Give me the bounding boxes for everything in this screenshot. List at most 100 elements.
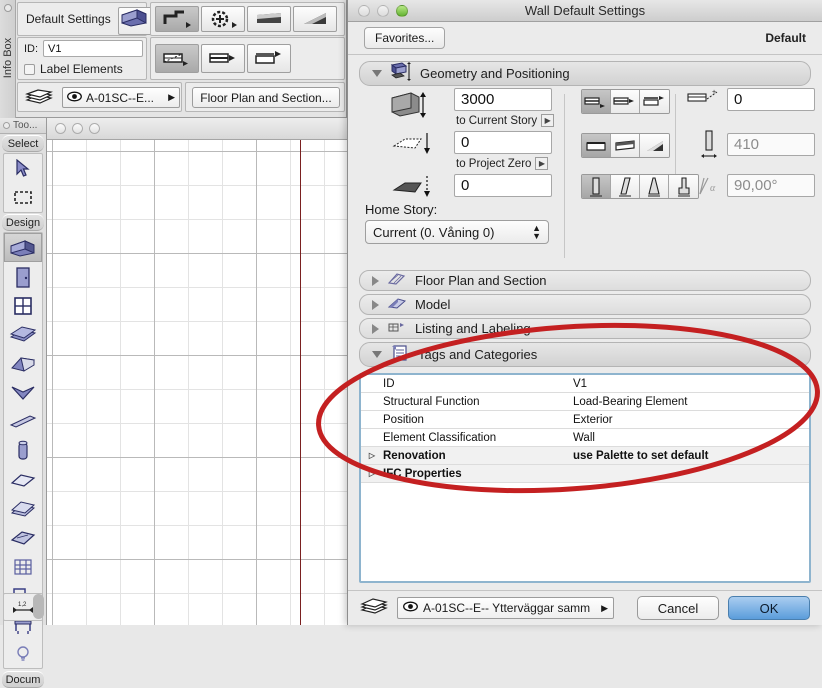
lamp-tool-icon[interactable] [4,639,42,668]
shell-tool-icon[interactable] [4,378,42,407]
property-value[interactable]: Load-Bearing Element [573,396,809,408]
mesh-tool-icon[interactable] [4,465,42,494]
info-box-vertical-label: Info Box [0,0,16,118]
structure-type-segment[interactable] [581,133,670,158]
section-geometry-and-positioning[interactable]: Geometry and Positioning [359,61,811,86]
straight-wall-icon[interactable] [155,6,199,32]
table-row[interactable]: ▷ IFC Properties [361,465,809,483]
toolbox-section-design[interactable]: Design [2,214,44,231]
canvas-zoom-icon[interactable] [89,123,100,134]
reference-line-segment[interactable] [581,89,670,114]
toolbox-section-document[interactable]: Docum [2,671,44,688]
chevron-down-icon[interactable] [372,351,382,358]
wall-offset-input[interactable] [727,88,815,111]
cancel-button[interactable]: Cancel [637,596,719,620]
section-model[interactable]: Model [359,294,811,315]
property-key: Structural Function [383,395,480,408]
toolbox-section-select[interactable]: Select [2,135,44,152]
column-tool-icon[interactable] [4,436,42,465]
project-zero-input[interactable] [454,174,552,197]
ok-button[interactable]: OK [728,596,810,620]
structure-basic-icon[interactable] [582,134,611,157]
chevron-right-icon[interactable] [372,299,379,310]
label-elements-checkbox[interactable] [24,63,35,75]
panel-grip-icon[interactable] [4,4,12,12]
section-label-floor-plan: Floor Plan and Section [415,273,547,288]
chevron-right-icon[interactable] [372,323,379,334]
canvas-minimize-icon[interactable] [72,123,83,134]
layer-selector[interactable]: A-01SC--E... ▶ [62,87,180,108]
table-row[interactable]: Position Exterior [361,411,809,429]
stair-tool-icon[interactable] [4,494,42,523]
section-listing-and-labeling[interactable]: Listing and Labeling [359,318,811,339]
toolbox-header[interactable]: Too... [0,118,46,134]
ref-left-icon[interactable] [582,90,611,113]
dialog-footer: A-01SC--E-- Ytterväggar samm ▶ Cancel OK [348,590,822,625]
profile-double-slanted-icon[interactable] [640,175,669,198]
wall-angle-input[interactable] [727,174,815,197]
chevron-down-icon[interactable] [372,70,382,77]
curtainwall-tool-icon[interactable] [4,552,42,581]
canvas-close-icon[interactable] [55,123,66,134]
row-expander[interactable]: ▷ [361,451,383,460]
base-reference-popup-icon[interactable]: ▶ [535,157,549,170]
base-reference-row[interactable]: to Project Zero ▶ [456,157,549,170]
door-tool-icon[interactable] [4,262,42,291]
property-value[interactable]: Exterior [573,414,809,426]
geometry-header-label: Geometry and Positioning [420,66,570,81]
row-expander[interactable]: ▷ [361,469,383,478]
ref-center-icon[interactable] [611,90,640,113]
property-value[interactable]: use Palette to set default [573,450,809,462]
structure-composite-icon[interactable] [611,134,640,157]
section-label-tags: Tags and Categories [418,347,538,362]
base-elevation-input[interactable] [454,131,552,154]
height-reference-popup-icon[interactable]: ▶ [541,114,555,127]
wall-thickness-input[interactable] [727,133,815,156]
trapezoid-wall-icon[interactable] [247,6,291,32]
height-reference-row[interactable]: to Current Story ▶ [456,114,555,127]
footer-layer-selector[interactable]: A-01SC--E-- Ytterväggar samm ▶ [397,597,614,619]
table-row[interactable]: ▷ Renovation use Palette to set default [361,447,809,465]
wall-height-input[interactable] [454,88,552,111]
model-icon [387,296,407,313]
toolbox-scrollbar-thumb[interactable] [33,594,44,619]
wall-profile-segment[interactable] [581,174,699,199]
morph-tool-icon[interactable] [4,523,42,552]
toolbox-collapse-icon[interactable] [3,122,10,129]
stepper-icon[interactable]: ▲ ▼ [532,224,541,241]
table-row[interactable]: Structural Function Load-Bearing Element [361,393,809,411]
wall-tool-icon[interactable] [4,233,42,262]
floor-plan-and-section-button[interactable]: Floor Plan and Section... [192,87,340,108]
tags-properties-table[interactable]: ID V1 Structural Function Load-Bearing E… [359,373,811,583]
ref-right-icon[interactable] [640,90,669,113]
reference-line-left-icon[interactable] [155,44,199,73]
disclosure-arrow-icon[interactable]: ▶ [601,603,608,614]
label-elements-checkbox-row[interactable]: Label Elements [24,62,123,76]
property-value[interactable]: Wall [573,432,809,444]
structure-complex-icon[interactable] [640,134,669,157]
profile-straight-icon[interactable] [582,175,611,198]
property-value[interactable]: V1 [573,378,809,390]
polygon-wall-icon[interactable] [293,6,337,32]
roof-tool-icon[interactable] [4,349,42,378]
beam-tool-icon[interactable] [4,407,42,436]
table-row[interactable]: Element Classification Wall [361,429,809,447]
geometry-icon [390,62,412,85]
disclosure-arrow-icon[interactable]: ▶ [168,92,175,103]
favorites-button[interactable]: Favorites... [364,27,446,49]
profile-complex-icon[interactable] [669,175,698,198]
profile-slanted-icon[interactable] [611,175,640,198]
reference-line-center-icon[interactable] [201,44,245,73]
chevron-right-icon[interactable] [372,275,379,286]
table-row[interactable]: ID V1 [361,375,809,393]
curved-wall-icon[interactable] [201,6,245,32]
arrow-tool-icon[interactable] [4,154,42,183]
reference-line-right-icon[interactable] [247,44,291,73]
marquee-tool-icon[interactable] [4,183,42,212]
section-floor-plan-and-section[interactable]: Floor Plan and Section [359,270,811,291]
slab-tool-icon[interactable] [4,320,42,349]
section-tags-and-categories[interactable]: Tags and Categories [359,342,811,367]
home-story-select[interactable]: Current (0. Våning 0) ▲ ▼ [365,220,549,244]
id-input[interactable] [43,40,143,57]
window-tool-icon[interactable] [4,291,42,320]
